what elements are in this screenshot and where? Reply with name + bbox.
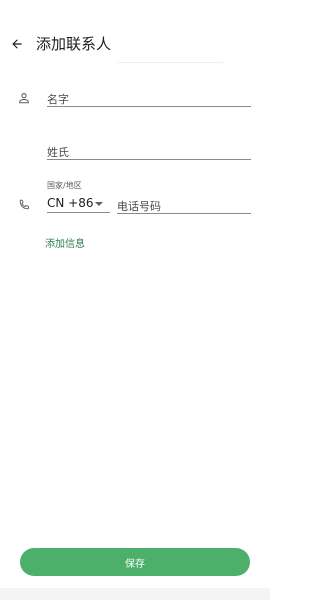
person-icon: [19, 93, 29, 104]
add-contact-screen: 添加联系人 国家/地区 CN +86 添加信息 保存: [0, 0, 270, 600]
person-icon-wrap: [15, 89, 33, 107]
back-button[interactable]: [6, 33, 28, 55]
first-name-field[interactable]: [47, 88, 251, 109]
last-name-field[interactable]: [47, 141, 251, 162]
add-info-link[interactable]: 添加信息: [45, 238, 85, 252]
header-divider: [117, 62, 223, 63]
last-name-input[interactable]: [47, 143, 251, 162]
phone-number-field[interactable]: [117, 195, 251, 216]
back-arrow-icon: [12, 39, 22, 49]
first-name-input[interactable]: [47, 90, 251, 109]
country-code-value: CN +86: [47, 196, 94, 210]
chevron-down-icon: [95, 202, 103, 206]
phone-icon-wrap: [15, 196, 33, 214]
save-button[interactable]: 保存: [20, 548, 250, 576]
country-code-select[interactable]: CN +86: [47, 195, 110, 213]
phone-icon: [19, 199, 30, 210]
top-app-bar: 添加联系人: [0, 28, 270, 63]
country-region-label: 国家/地区: [47, 181, 82, 190]
page-title: 添加联系人: [36, 35, 112, 53]
system-navigation-bar: [0, 588, 270, 600]
phone-number-input[interactable]: [117, 197, 251, 216]
